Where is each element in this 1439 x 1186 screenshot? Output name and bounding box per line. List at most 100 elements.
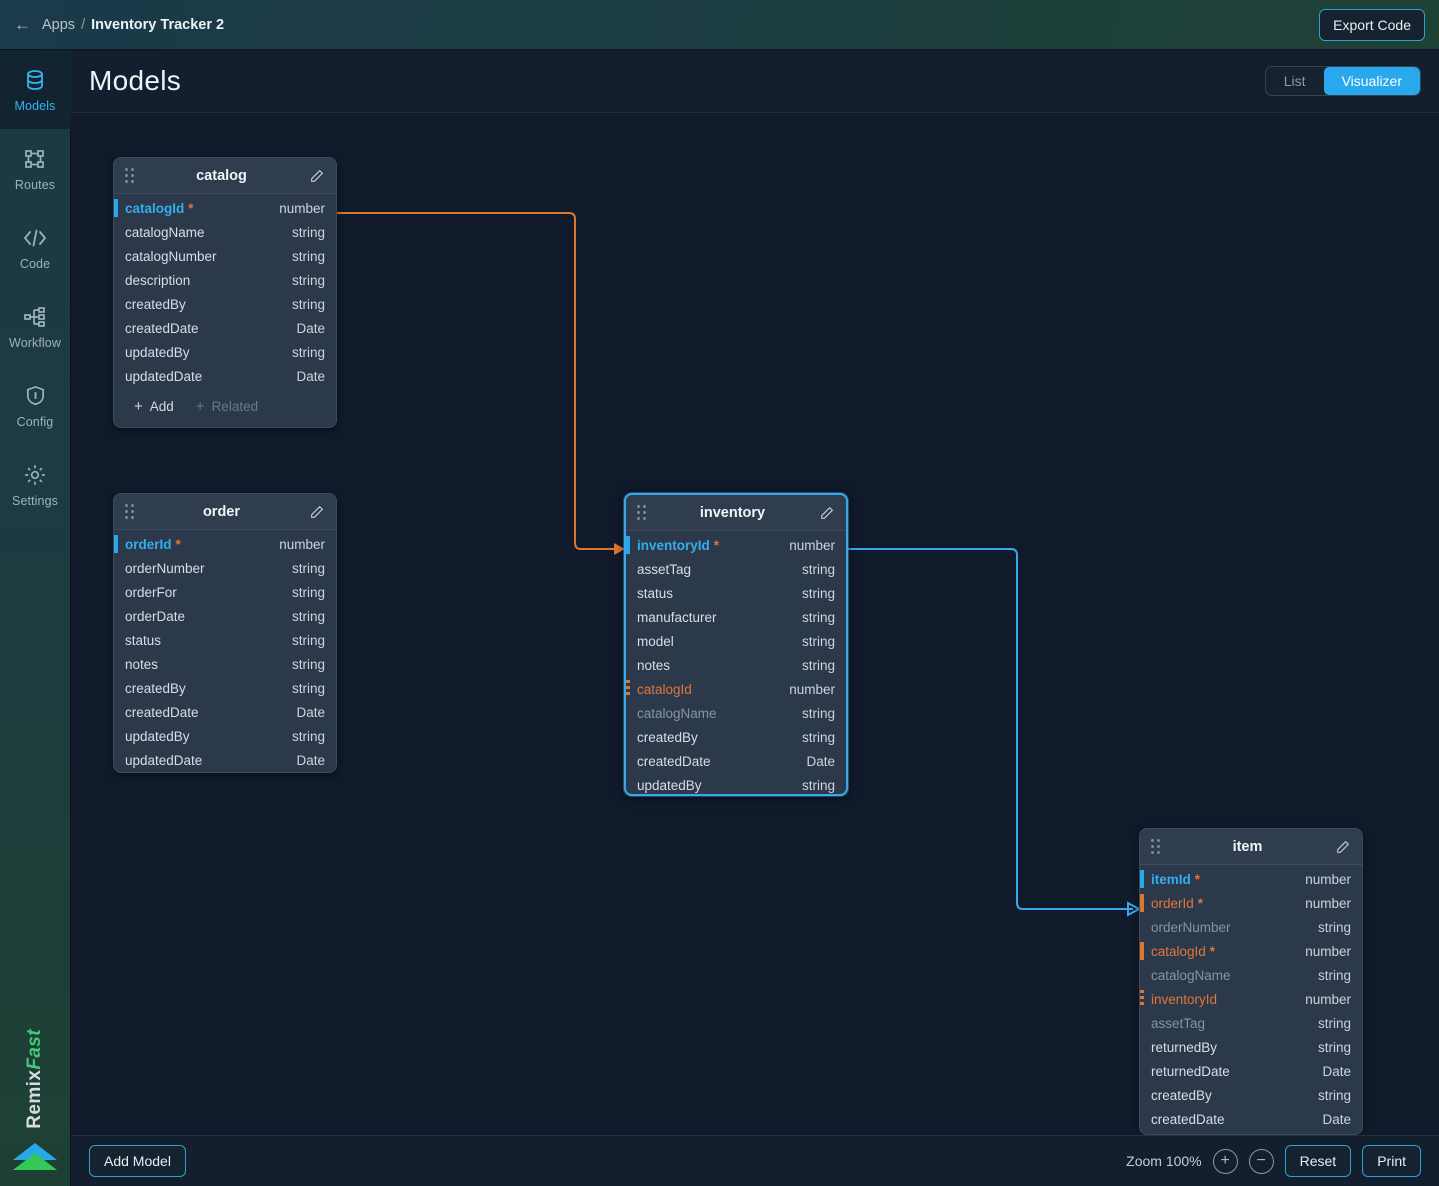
add-model-button[interactable]: Add Model [89, 1145, 186, 1177]
print-button[interactable]: Print [1362, 1145, 1421, 1177]
field-row[interactable]: notes string [114, 652, 336, 676]
field-row[interactable]: catalogNumber string [114, 244, 336, 268]
field-type: number [789, 681, 835, 697]
field-row[interactable]: orderNumber string [1140, 915, 1362, 939]
field-type: string [801, 633, 835, 649]
model-card-inventory[interactable]: inventory inventoryId * number assetTag strin… [624, 493, 848, 796]
model-name: catalog [196, 167, 247, 184]
field-row[interactable]: createdBy string [1140, 1083, 1362, 1107]
field-row[interactable]: createdBy string [114, 676, 336, 700]
field-row[interactable]: returnedDate Date [1140, 1059, 1362, 1083]
field-type: string [291, 584, 325, 600]
sidebar-item-models[interactable]: Models [0, 50, 71, 129]
edit-pencil-icon[interactable] [309, 168, 325, 184]
drag-handle-icon[interactable] [637, 505, 646, 520]
drag-handle-icon[interactable] [125, 168, 134, 183]
edit-pencil-icon[interactable] [819, 505, 835, 521]
field-row[interactable]: updatedDate Date [114, 364, 336, 388]
field-row[interactable]: description string [114, 268, 336, 292]
field-name: description [125, 272, 191, 288]
field-type: string [801, 609, 835, 625]
field-row[interactable]: inventoryId * number [626, 533, 846, 557]
field-type: string [291, 224, 325, 240]
field-row[interactable]: status string [114, 628, 336, 652]
field-row[interactable]: createdBy string [114, 292, 336, 316]
field-row[interactable]: assetTag string [1140, 1011, 1362, 1035]
edit-pencil-icon[interactable] [309, 504, 325, 520]
field-row[interactable]: assetTag string [626, 557, 846, 581]
edge-catalog-to-inventory [337, 212, 625, 555]
field-row[interactable]: updatedBy string [114, 340, 336, 364]
back-arrow-icon[interactable]: ← [14, 16, 31, 33]
field-row[interactable]: updatedBy string [114, 724, 336, 748]
tab-list[interactable]: List [1266, 67, 1324, 95]
brand-logo: RemixFast [13, 1029, 57, 1186]
add-field-button[interactable]: + Add [134, 399, 174, 414]
field-type: string [291, 248, 325, 264]
drag-handle-icon[interactable] [125, 504, 134, 519]
breadcrumb-apps[interactable]: Apps [42, 17, 75, 33]
field-type: string [801, 561, 835, 577]
field-row[interactable]: updatedDate Date [114, 748, 336, 772]
edit-pencil-icon[interactable] [1335, 839, 1351, 855]
field-row[interactable]: orderDate string [114, 604, 336, 628]
field-row[interactable]: updatedBy string [626, 773, 846, 794]
field-row[interactable]: inventoryId number [1140, 987, 1362, 1011]
model-card-header[interactable]: item [1140, 829, 1362, 865]
field-name: catalogName [125, 224, 205, 240]
field-row[interactable]: manufacturer string [626, 605, 846, 629]
field-name: status [637, 585, 674, 601]
export-code-button[interactable]: Export Code [1319, 8, 1425, 41]
sidebar-item-code[interactable]: Code [0, 208, 71, 287]
reset-button[interactable]: Reset [1284, 1145, 1352, 1177]
field-row[interactable]: catalogName string [1140, 963, 1362, 987]
model-card-item[interactable]: item itemId * number orderId * number orderNumb… [1139, 828, 1363, 1135]
sidebar-item-routes[interactable]: Routes [0, 129, 71, 208]
field-row[interactable]: catalogId * number [1140, 939, 1362, 963]
field-row[interactable]: catalogId * number [114, 196, 336, 220]
field-row[interactable]: notes string [626, 653, 846, 677]
bottom-toolbar: Add Model Zoom 100% + − Reset Print [71, 1135, 1439, 1186]
field-name: createdDate [125, 704, 199, 720]
field-row[interactable]: catalogId number [626, 677, 846, 701]
sidebar-item-workflow[interactable]: Workflow [0, 287, 71, 366]
sidebar: Models Routes Code Workflow Config Setti… [0, 50, 71, 1186]
field-row[interactable]: orderFor string [114, 580, 336, 604]
field-row[interactable]: createdDate Date [114, 316, 336, 340]
field-row[interactable]: createdDate Date [626, 749, 846, 773]
model-card-order[interactable]: order orderId * number orderNumber string orde… [113, 493, 337, 773]
zoom-in-button[interactable]: + [1212, 1148, 1238, 1174]
field-row[interactable]: orderNumber string [114, 556, 336, 580]
sidebar-item-settings[interactable]: Settings [0, 445, 71, 524]
field-type: string [291, 728, 325, 744]
field-row[interactable]: status string [626, 581, 846, 605]
field-row[interactable]: createdDate Date [114, 700, 336, 724]
field-row[interactable]: catalogName string [626, 701, 846, 725]
database-icon [23, 67, 47, 93]
field-row[interactable]: model string [626, 629, 846, 653]
model-card-catalog[interactable]: catalog catalogId * number catalogName string… [113, 157, 337, 428]
model-card-header[interactable]: order [114, 494, 336, 530]
field-name: updatedBy [125, 728, 190, 744]
field-row[interactable]: catalogName string [114, 220, 336, 244]
field-type: Date [1322, 1063, 1351, 1079]
field-row[interactable]: orderId * number [1140, 891, 1362, 915]
field-row[interactable]: returnedBy string [1140, 1035, 1362, 1059]
brand-fast: Fast [24, 1029, 45, 1070]
drag-handle-icon[interactable] [1151, 839, 1160, 854]
model-card-header[interactable]: inventory [626, 495, 846, 531]
model-card-header[interactable]: catalog [114, 158, 336, 194]
field-name: orderDate [125, 608, 186, 624]
field-row[interactable]: createdDate Date [1140, 1107, 1362, 1131]
add-related-button[interactable]: + Related [196, 399, 258, 414]
sidebar-item-config[interactable]: Config [0, 366, 71, 445]
field-row[interactable]: createdBy string [626, 725, 846, 749]
tab-visualizer[interactable]: Visualizer [1323, 67, 1420, 95]
zoom-out-button[interactable]: − [1248, 1148, 1274, 1174]
field-row[interactable]: orderId * number [114, 532, 336, 556]
field-row[interactable]: itemId * number [1140, 867, 1362, 891]
field-marker [1140, 894, 1144, 912]
field-name: orderId [1151, 895, 1194, 911]
field-name: catalogId [125, 200, 185, 216]
model-canvas[interactable]: catalog catalogId * number catalogName string… [71, 113, 1439, 1135]
